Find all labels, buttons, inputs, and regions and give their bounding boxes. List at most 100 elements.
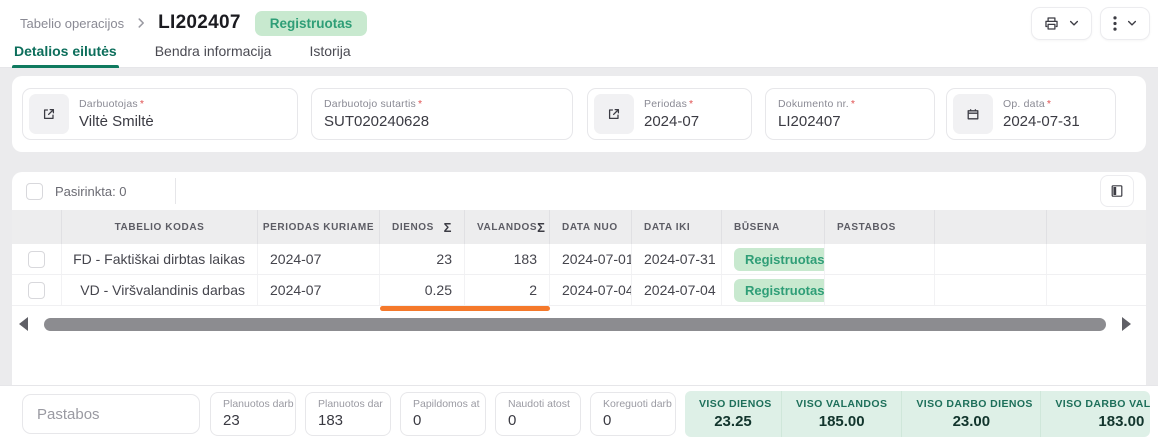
stats-group: Planuotos darb 23 Planuotos dar 183 Papi… bbox=[210, 392, 676, 436]
col-tabelio-kodas[interactable]: Tabelio kodas bbox=[62, 210, 258, 244]
cell-tabelio-kodas: VD - Viršvalandinis darbas bbox=[62, 275, 258, 305]
table-row[interactable]: FD - Faktiškai dirbtas laikas 2024-07 23… bbox=[12, 244, 1146, 275]
cell-empty bbox=[935, 244, 1047, 274]
cell-dienos: 23 bbox=[380, 244, 465, 274]
field-label: Darbuotojas* bbox=[79, 98, 154, 110]
app-window: Tabelio operacijos LI202407 Registruotas bbox=[0, 0, 1158, 442]
stat-naudoti-atostogu[interactable]: Naudoti atost 0 bbox=[495, 392, 581, 436]
calendar-icon[interactable] bbox=[953, 94, 993, 134]
sum-columns-indicator bbox=[380, 306, 550, 311]
col-data-iki[interactable]: Data iki bbox=[632, 210, 722, 244]
chevron-right-icon bbox=[134, 16, 148, 30]
col-filler bbox=[1047, 210, 1146, 244]
field-value: 2024-07 bbox=[644, 113, 699, 130]
field-value: LI202407 bbox=[778, 113, 855, 130]
cell-empty bbox=[935, 275, 1047, 305]
more-actions-button[interactable] bbox=[1100, 7, 1150, 40]
dokumento-nr-field[interactable]: Dokumento nr.* LI202407 bbox=[765, 88, 935, 140]
field-label: Darbuotojo sutartis* bbox=[324, 98, 429, 110]
select-all-checkbox[interactable] bbox=[26, 183, 43, 200]
cell-dienos: 0.25 bbox=[380, 275, 465, 305]
horizontal-scrollbar bbox=[12, 315, 1146, 333]
col-data-nuo[interactable]: Data nuo bbox=[550, 210, 632, 244]
cell-data-iki: 2024-07-31 bbox=[632, 244, 722, 274]
stat-planuotos-dienos[interactable]: Planuotos darb 23 bbox=[210, 392, 296, 436]
col-pastabos[interactable]: Pastabos bbox=[825, 210, 935, 244]
field-label: Op. data* bbox=[1003, 98, 1080, 110]
chevron-down-icon bbox=[1068, 17, 1080, 29]
status-badge: Registruotas bbox=[734, 248, 825, 271]
col-empty bbox=[935, 210, 1047, 244]
total-viso-darbo-valandos: VISO DARBO VALANDOS 183.00 bbox=[1041, 391, 1150, 437]
tab-bar: Detalios eilutės Bendra informacija Isto… bbox=[0, 40, 1158, 68]
print-button[interactable] bbox=[1031, 7, 1092, 40]
total-viso-valandos: VISO VALANDOS 185.00 bbox=[782, 391, 902, 437]
field-value: 2024-07-31 bbox=[1003, 113, 1080, 130]
periodas-field[interactable]: Periodas* 2024-07 bbox=[587, 88, 752, 140]
kebab-menu-icon bbox=[1112, 15, 1118, 32]
detail-lines-card: Pasirinkta: 0 Tabelio kodas Periodas kur… bbox=[12, 172, 1146, 385]
col-busena[interactable]: Būsena bbox=[722, 210, 825, 244]
tab-istorija[interactable]: Istorija bbox=[307, 43, 352, 68]
field-label: Periodas* bbox=[644, 98, 699, 110]
document-fields-card: Darbuotojas* Viltė Smiltė Darbuotojo sut… bbox=[12, 76, 1146, 152]
cell-valandos: 2 bbox=[465, 275, 550, 305]
scrollbar-thumb[interactable] bbox=[44, 318, 1106, 331]
cell-tabelio-kodas: FD - Faktiškai dirbtas laikas bbox=[62, 244, 258, 274]
cell-pastabos bbox=[825, 244, 935, 274]
open-in-new-icon[interactable] bbox=[594, 94, 634, 134]
scroll-left-icon[interactable] bbox=[19, 317, 28, 331]
cell-busena: Registruotas bbox=[722, 244, 825, 274]
cell-filler bbox=[1047, 244, 1146, 274]
cell-periodas: 2024-07 bbox=[258, 275, 380, 305]
total-viso-darbo-dienos: VISO DARBO DIENOS 23.00 bbox=[902, 391, 1041, 437]
table-toolbar: Pasirinkta: 0 bbox=[12, 172, 1146, 210]
pastabos-input[interactable] bbox=[22, 394, 200, 434]
cell-busena: Registruotas bbox=[722, 275, 825, 305]
col-periodas-kuriame[interactable]: Periodas kuriame bbox=[258, 210, 380, 244]
totals-group: VISO DIENOS 23.25 VISO VALANDOS 185.00 V… bbox=[685, 391, 1150, 437]
cell-data-iki: 2024-07-04 bbox=[632, 275, 722, 305]
cell-data-nuo: 2024-07-04 bbox=[550, 275, 632, 305]
stat-planuotos-valandos[interactable]: Planuotos dar 183 bbox=[305, 392, 391, 436]
darbuotojas-field[interactable]: Darbuotojas* Viltė Smiltė bbox=[22, 88, 298, 140]
sigma-icon[interactable]: Σ bbox=[537, 220, 545, 235]
table-columns-icon bbox=[1109, 183, 1125, 199]
column-settings-button[interactable] bbox=[1100, 175, 1134, 207]
field-value: Viltė Smiltė bbox=[79, 113, 154, 130]
field-label: Dokumento nr.* bbox=[778, 98, 855, 110]
total-viso-dienos: VISO DIENOS 23.25 bbox=[685, 391, 782, 437]
status-badge: Registruotas bbox=[734, 279, 825, 302]
field-value: SUT020240628 bbox=[324, 113, 429, 130]
scroll-right-icon[interactable] bbox=[1122, 317, 1131, 331]
col-valandos[interactable]: ValandosΣ bbox=[465, 210, 550, 244]
stat-papildomos[interactable]: Papildomos at 0 bbox=[400, 392, 486, 436]
table-header-row: Tabelio kodas Periodas kuriame DienosΣ V… bbox=[12, 210, 1146, 244]
cell-pastabos bbox=[825, 275, 935, 305]
printer-icon bbox=[1043, 15, 1060, 32]
tab-bendra-informacija[interactable]: Bendra informacija bbox=[153, 43, 274, 68]
top-bar: Tabelio operacijos LI202407 Registruotas bbox=[0, 0, 1158, 68]
sigma-icon[interactable]: Σ bbox=[444, 220, 452, 235]
table-row[interactable]: VD - Viršvalandinis darbas 2024-07 0.25 … bbox=[12, 275, 1146, 306]
row-checkbox[interactable] bbox=[28, 282, 45, 299]
status-badge: Registruotas bbox=[255, 11, 368, 36]
header-checkbox-cell bbox=[12, 210, 62, 244]
cell-filler bbox=[1047, 275, 1146, 305]
op-data-field[interactable]: Op. data* 2024-07-31 bbox=[946, 88, 1116, 140]
chevron-down-icon bbox=[1126, 17, 1138, 29]
selected-count-label: Pasirinkta: 0 bbox=[55, 184, 127, 199]
darbuotojo-sutartis-field[interactable]: Darbuotojo sutartis* SUT020240628 bbox=[311, 88, 573, 140]
row-checkbox[interactable] bbox=[28, 251, 45, 268]
cell-periodas: 2024-07 bbox=[258, 244, 380, 274]
breadcrumb: Tabelio operacijos LI202407 Registruotas bbox=[0, 0, 1158, 40]
page-title: LI202407 bbox=[158, 12, 241, 34]
stat-koreguoti[interactable]: Koreguoti darb 0 bbox=[590, 392, 676, 436]
cell-data-nuo: 2024-07-01 bbox=[550, 244, 632, 274]
breadcrumb-root[interactable]: Tabelio operacijos bbox=[20, 16, 124, 31]
open-in-new-icon[interactable] bbox=[29, 94, 69, 134]
col-dienos[interactable]: DienosΣ bbox=[380, 210, 465, 244]
cell-valandos: 183 bbox=[465, 244, 550, 274]
tab-detalios-eilutes[interactable]: Detalios eilutės bbox=[12, 43, 119, 68]
summary-footer: Planuotos darb 23 Planuotos dar 183 Papi… bbox=[0, 385, 1158, 442]
